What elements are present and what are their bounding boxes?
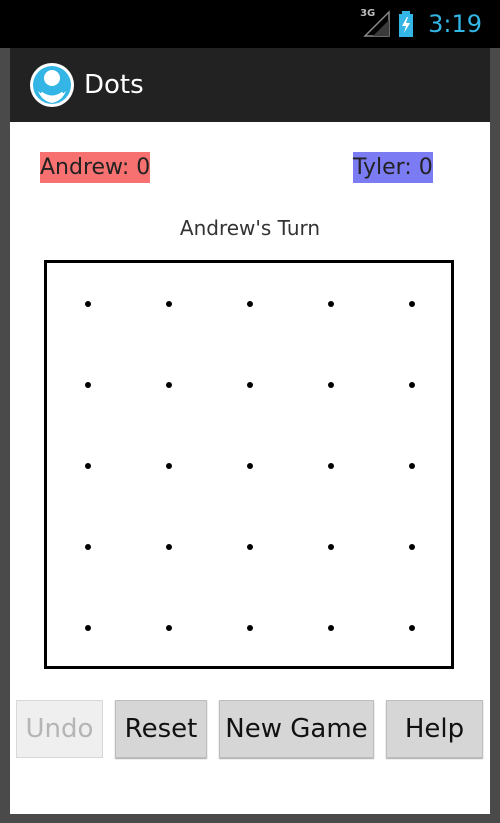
- app-logo-icon[interactable]: [30, 63, 74, 107]
- grid-dot[interactable]: [409, 382, 415, 388]
- grid-dot[interactable]: [166, 625, 172, 631]
- grid-dot[interactable]: [247, 544, 253, 550]
- grid-dot[interactable]: [85, 301, 91, 307]
- battery-charging-icon: [398, 11, 414, 37]
- grid-dot[interactable]: [85, 382, 91, 388]
- grid-dot[interactable]: [85, 625, 91, 631]
- grid-dot[interactable]: [85, 544, 91, 550]
- grid-dot[interactable]: [166, 544, 172, 550]
- grid-dot[interactable]: [247, 382, 253, 388]
- network-type-label: 3G: [360, 8, 376, 19]
- app-title: Dots: [84, 70, 144, 100]
- grid-dot[interactable]: [247, 463, 253, 469]
- status-bar: 3G 3:19: [0, 0, 500, 48]
- action-bar: Dots: [10, 48, 490, 122]
- grid-dot[interactable]: [409, 625, 415, 631]
- grid-dot[interactable]: [166, 463, 172, 469]
- player1-score: Andrew: 0: [40, 152, 151, 183]
- new-game-button[interactable]: New Game: [219, 700, 374, 758]
- grid-dot[interactable]: [328, 463, 334, 469]
- cell-signal-icon: 3G: [360, 8, 390, 38]
- grid-dot[interactable]: [166, 301, 172, 307]
- grid-dot[interactable]: [409, 544, 415, 550]
- grid-dot[interactable]: [85, 463, 91, 469]
- grid-dot[interactable]: [409, 301, 415, 307]
- reset-button[interactable]: Reset: [115, 700, 207, 758]
- undo-button[interactable]: Undo: [16, 700, 103, 758]
- app-window: Dots Andrew: 0 Tyler: 0 Andrew's Turn Un…: [10, 48, 490, 814]
- status-icons: 3G 3:19: [360, 8, 482, 38]
- help-button[interactable]: Help: [386, 700, 483, 758]
- grid-dot[interactable]: [328, 382, 334, 388]
- player2-score: Tyler: 0: [353, 152, 433, 183]
- grid-dot[interactable]: [247, 301, 253, 307]
- grid-dot[interactable]: [328, 625, 334, 631]
- grid-dot[interactable]: [409, 463, 415, 469]
- grid-dot[interactable]: [328, 544, 334, 550]
- grid-dot[interactable]: [166, 382, 172, 388]
- turn-indicator: Andrew's Turn: [179, 216, 321, 240]
- grid-dot[interactable]: [247, 625, 253, 631]
- game-board[interactable]: [44, 260, 454, 669]
- status-time: 3:19: [428, 10, 482, 38]
- grid-dot[interactable]: [328, 301, 334, 307]
